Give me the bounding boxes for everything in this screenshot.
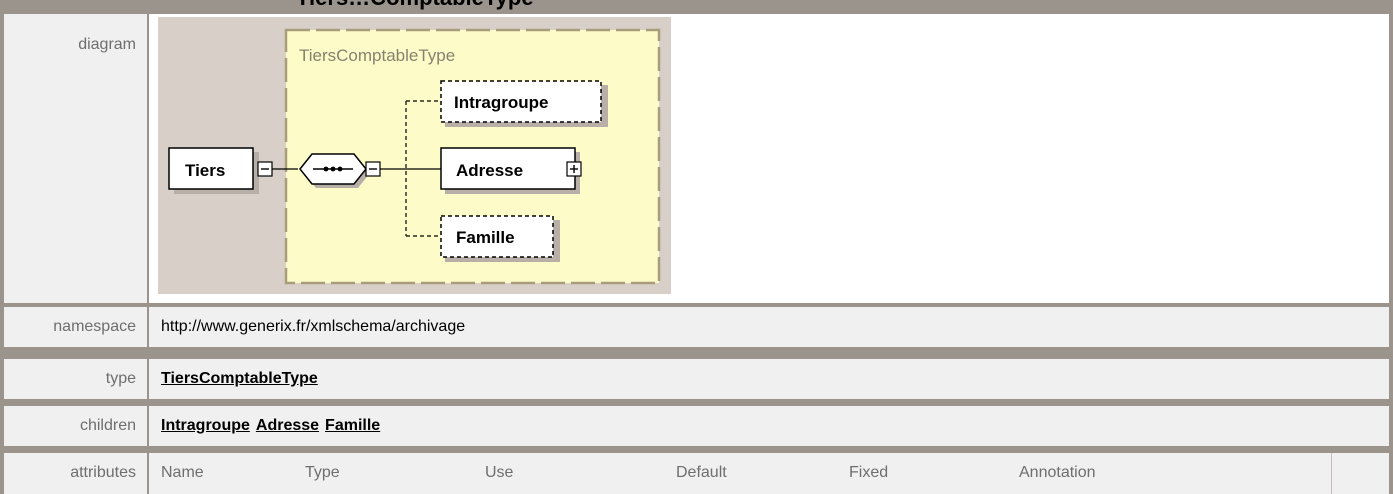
attr-header-name: Name <box>161 464 204 481</box>
attributes-value-cell: Name Type Use Default Fixed Annotation <box>149 453 1389 494</box>
type-value-cell: TiersComptableType <box>149 359 1389 399</box>
schema-table: diagram TiersComptableType Tiers Intragr… <box>0 0 1393 494</box>
children-label-cell: children <box>4 406 147 446</box>
tiers-collapse-icon[interactable] <box>257 161 273 177</box>
type-label: type <box>105 370 136 387</box>
namespace-value: http://www.generix.fr/xmlschema/archivag… <box>161 318 466 335</box>
attr-header-annotation: Annotation <box>1019 464 1096 481</box>
child-link-intragroupe[interactable]: Intragroupe <box>161 417 250 434</box>
attr-header-type: Type <box>305 464 340 481</box>
diagram-label-cell: diagram <box>4 14 147 303</box>
diagram-label: diagram <box>78 36 136 53</box>
complex-type-name: TiersComptableType <box>299 46 455 65</box>
sequence-collapse-icon[interactable] <box>365 161 381 177</box>
children-value-cell: Intragroupe Adresse Famille <box>149 406 1389 446</box>
type-label-cell: type <box>4 359 147 399</box>
intragroupe-element-label: Intragroupe <box>454 93 548 112</box>
child-link-adresse[interactable]: Adresse <box>256 417 319 434</box>
adresse-element-label: Adresse <box>456 161 523 180</box>
tiers-element-label: Tiers <box>185 161 225 180</box>
type-link[interactable]: TiersComptableType <box>161 370 318 387</box>
namespace-value-cell: http://www.generix.fr/xmlschema/archivag… <box>149 307 1389 347</box>
famille-element-label: Famille <box>456 228 515 247</box>
attributes-label: attributes <box>70 464 136 481</box>
namespace-label: namespace <box>53 318 136 335</box>
attr-header-fixed: Fixed <box>849 464 889 481</box>
namespace-label-cell: namespace <box>4 307 147 347</box>
children-label: children <box>79 417 136 434</box>
attr-header-default: Default <box>676 464 727 481</box>
child-link-famille[interactable]: Famille <box>325 417 380 434</box>
attr-header-use: Use <box>485 464 514 481</box>
schema-diagram: TiersComptableType Tiers Intragroupe Adr… <box>158 17 671 294</box>
attributes-header-row: Name Type Use Default Fixed Annotation <box>155 453 1332 494</box>
page-title: Tiers…ComptableType <box>296 0 534 9</box>
adresse-expand-icon[interactable] <box>566 161 582 177</box>
attributes-label-cell: attributes <box>4 453 147 494</box>
